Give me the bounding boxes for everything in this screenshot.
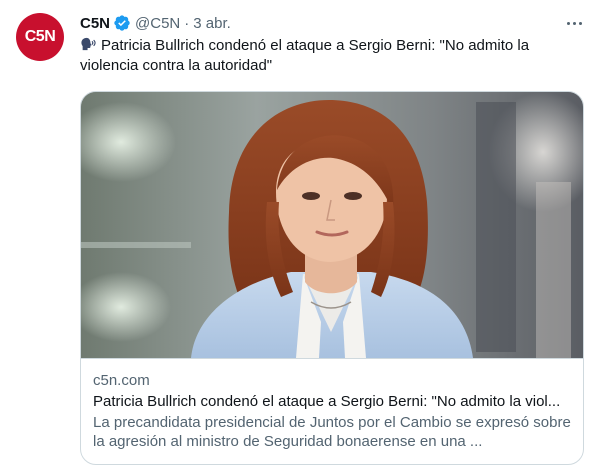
- card-meta[interactable]: c5n.com Patricia Bullrich condenó el ata…: [81, 358, 583, 451]
- tweet[interactable]: C5N C5N @C5N · 3 abr. Patricia Bullrich …: [0, 0, 602, 474]
- link-preview-card[interactable]: c5n.com Patricia Bullrich condenó el ata…: [80, 91, 584, 465]
- separator: ·: [184, 14, 190, 32]
- avatar[interactable]: C5N: [16, 13, 64, 61]
- tweet-text: Patricia Bullrich condenó el ataque a Se…: [80, 36, 580, 76]
- tweet-header: C5N @C5N · 3 abr.: [80, 13, 231, 33]
- card-photo-illustration: [81, 92, 583, 358]
- avatar-text: C5N: [24, 28, 56, 45]
- author-name[interactable]: C5N: [80, 15, 110, 32]
- speaking-head-icon: [81, 37, 96, 51]
- card-domain: c5n.com: [93, 372, 150, 389]
- card-description: La precandidata presidencial de Juntos p…: [93, 414, 571, 450]
- more-options-icon[interactable]: [560, 12, 588, 34]
- verified-badge-icon: [114, 15, 130, 31]
- tweet-text-body: Patricia Bullrich condenó el ataque a Se…: [80, 37, 530, 74]
- card-title: Patricia Bullrich condenó el ataque a Se…: [93, 393, 561, 410]
- author-handle[interactable]: @C5N: [135, 15, 180, 32]
- card-image[interactable]: [81, 92, 583, 358]
- tweet-timestamp[interactable]: 3 abr.: [193, 15, 231, 32]
